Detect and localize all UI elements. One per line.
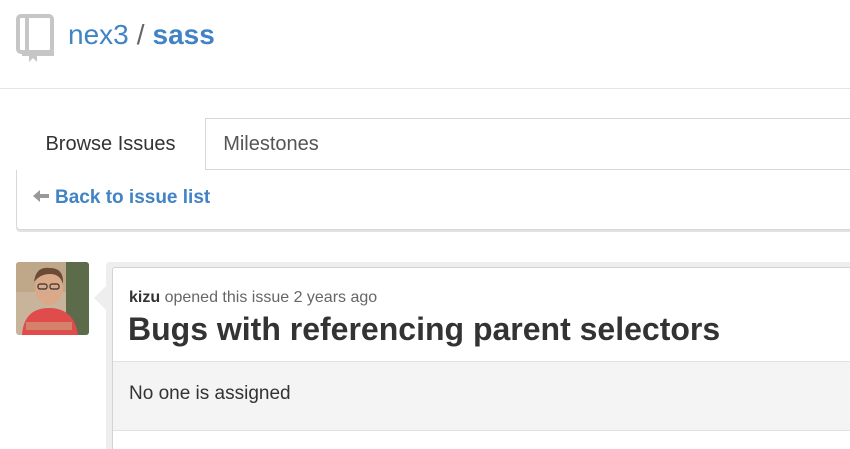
avatar-image [16,262,89,335]
back-link-label: Back to issue list [55,187,211,208]
repo-book-icon [16,14,54,62]
breadcrumb-separator: / [136,19,145,50]
issue-time-ago[interactable]: 2 years ago [294,289,378,306]
repo-header: nex3/ sass [0,0,850,89]
repo-name-link[interactable]: sass [153,19,215,50]
repo-breadcrumb: nex3/ sass [68,17,215,53]
back-to-issue-list-link[interactable]: Back to issue list [33,186,210,210]
repo-owner-link[interactable]: nex3 [68,19,129,50]
author-avatar[interactable] [16,262,89,335]
assignee-status: No one is assigned [129,383,291,404]
issue-title: Bugs with referencing parent selectors [128,311,721,347]
issue-opened-text: opened this issue [164,289,290,306]
issue-page: nex3/ sass Browse Issues Milestones Back … [0,0,850,449]
tab-milestones[interactable]: Milestones [206,118,336,170]
left-arrow-icon [33,190,49,202]
issue-meta: kizu opened this issue 2 years ago [129,288,377,308]
comment-pointer [94,286,106,310]
issue-author-link[interactable]: kizu [129,289,160,306]
tab-browse-issues[interactable]: Browse Issues [16,118,206,170]
